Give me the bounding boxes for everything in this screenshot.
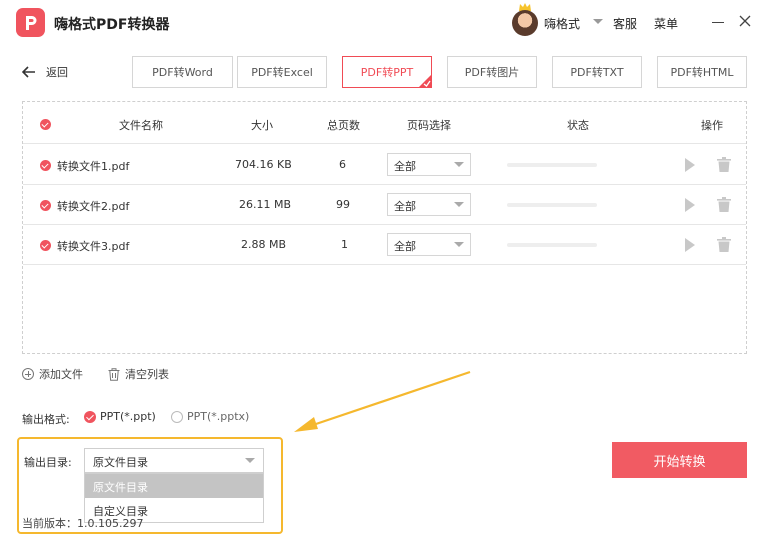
chevron-down-icon (454, 162, 464, 167)
format-pptx-label: PPT(*.pptx) (187, 410, 250, 423)
username[interactable]: 嗨格式 (544, 15, 580, 32)
tab-pdf-to-txt[interactable]: PDF转TXT (552, 56, 642, 88)
output-dir-value: 原文件目录 (93, 456, 148, 469)
page-count: 99 (336, 198, 350, 211)
header-page-select: 页码选择 (407, 119, 451, 132)
page-select-value: 全部 (394, 240, 416, 253)
format-pptx-radio[interactable]: PPT(*.pptx) (171, 410, 249, 423)
minimize-icon[interactable] (712, 22, 724, 23)
avatar[interactable] (512, 10, 538, 36)
trash-icon[interactable] (717, 237, 731, 252)
support-link[interactable]: 客服 (613, 15, 637, 32)
output-dir-label: 输出目录: (24, 456, 72, 469)
close-icon[interactable] (738, 14, 752, 28)
file-size: 26.11 MB (239, 198, 292, 211)
page-select[interactable]: 全部 (387, 233, 471, 256)
chevron-down-icon (245, 458, 255, 463)
page-select[interactable]: 全部 (387, 193, 471, 216)
tab-pdf-to-ppt[interactable]: PDF转PPT (342, 56, 432, 88)
radio-checked-icon (84, 410, 96, 423)
header-actions: 操作 (701, 119, 723, 132)
menu-link[interactable]: 菜单 (654, 15, 678, 32)
arrow-left-icon (22, 66, 35, 78)
file-size: 2.88 MB (241, 238, 287, 251)
dir-option-source[interactable]: 原文件目录 (85, 474, 263, 498)
select-all-checkbox[interactable] (40, 119, 51, 130)
row-checkbox[interactable] (40, 200, 51, 211)
logo-p-icon (25, 15, 36, 30)
tab-pdf-to-html[interactable]: PDF转HTML (657, 56, 747, 88)
format-ppt-radio[interactable]: PPT(*.ppt) (84, 410, 156, 423)
format-ppt-label: PPT(*.ppt) (100, 410, 156, 423)
file-size: 704.16 KB (235, 158, 292, 171)
header-pages: 总页数 (327, 119, 360, 132)
clear-list-button[interactable]: 清空列表 (108, 366, 169, 382)
title-bar: 嗨格式PDF转换器 嗨格式 客服 菜单 (0, 0, 768, 46)
progress-bar (507, 163, 597, 167)
active-check-icon (418, 74, 432, 88)
page-select[interactable]: 全部 (387, 153, 471, 176)
radio-unchecked-icon (171, 410, 183, 423)
output-format-label: 输出格式: (22, 413, 70, 426)
file-name: 转换文件1.pdf (57, 160, 130, 173)
progress-bar (507, 243, 597, 247)
table-row: 转换文件1.pdf 704.16 KB 6 全部 (23, 145, 746, 185)
header-size: 大小 (251, 119, 273, 132)
trash-icon[interactable] (717, 157, 731, 172)
header-name: 文件名称 (119, 119, 163, 132)
app-title: 嗨格式PDF转换器 (54, 17, 170, 33)
row-checkbox[interactable] (40, 240, 51, 251)
back-button[interactable]: 返回 (22, 64, 68, 80)
chevron-down-icon (454, 242, 464, 247)
file-table: 文件名称 大小 总页数 页码选择 状态 操作 转换文件1.pdf 704.16 … (22, 101, 747, 354)
clear-list-label: 清空列表 (125, 368, 169, 381)
tab-pdf-to-excel[interactable]: PDF转Excel (237, 56, 327, 88)
add-file-label: 添加文件 (39, 368, 83, 381)
page-count: 6 (339, 158, 346, 171)
page-count: 1 (341, 238, 348, 251)
table-row: 转换文件3.pdf 2.88 MB 1 全部 (23, 225, 746, 265)
tab-pdf-to-image[interactable]: PDF转图片 (447, 56, 537, 88)
tab-pdf-to-ppt-label: PDF转PPT (360, 66, 414, 79)
add-circle-icon (22, 368, 34, 380)
trash-outline-icon (108, 367, 120, 381)
file-name: 转换文件2.pdf (57, 200, 130, 213)
version-text: 当前版本：1.0.105.297 (22, 517, 144, 530)
table-header: 文件名称 大小 总页数 页码选择 状态 操作 (23, 102, 746, 144)
header-status: 状态 (567, 119, 589, 132)
back-label: 返回 (46, 66, 68, 79)
row-checkbox[interactable] (40, 160, 51, 171)
tab-pdf-to-word[interactable]: PDF转Word (132, 56, 233, 88)
page-select-value: 全部 (394, 200, 416, 213)
play-icon[interactable] (685, 238, 695, 252)
table-row: 转换文件2.pdf 26.11 MB 99 全部 (23, 185, 746, 225)
app-logo (16, 8, 45, 37)
file-name: 转换文件3.pdf (57, 240, 130, 253)
chevron-down-icon (454, 202, 464, 207)
account-dropdown-icon[interactable] (593, 19, 603, 24)
page-select-value: 全部 (394, 160, 416, 173)
play-icon[interactable] (685, 158, 695, 172)
start-convert-button[interactable]: 开始转换 (612, 442, 747, 478)
play-icon[interactable] (685, 198, 695, 212)
trash-icon[interactable] (717, 197, 731, 212)
add-file-button[interactable]: 添加文件 (22, 366, 83, 382)
annotation-arrow-icon (294, 370, 471, 432)
progress-bar (507, 203, 597, 207)
output-dir-select[interactable]: 原文件目录 (84, 448, 264, 473)
